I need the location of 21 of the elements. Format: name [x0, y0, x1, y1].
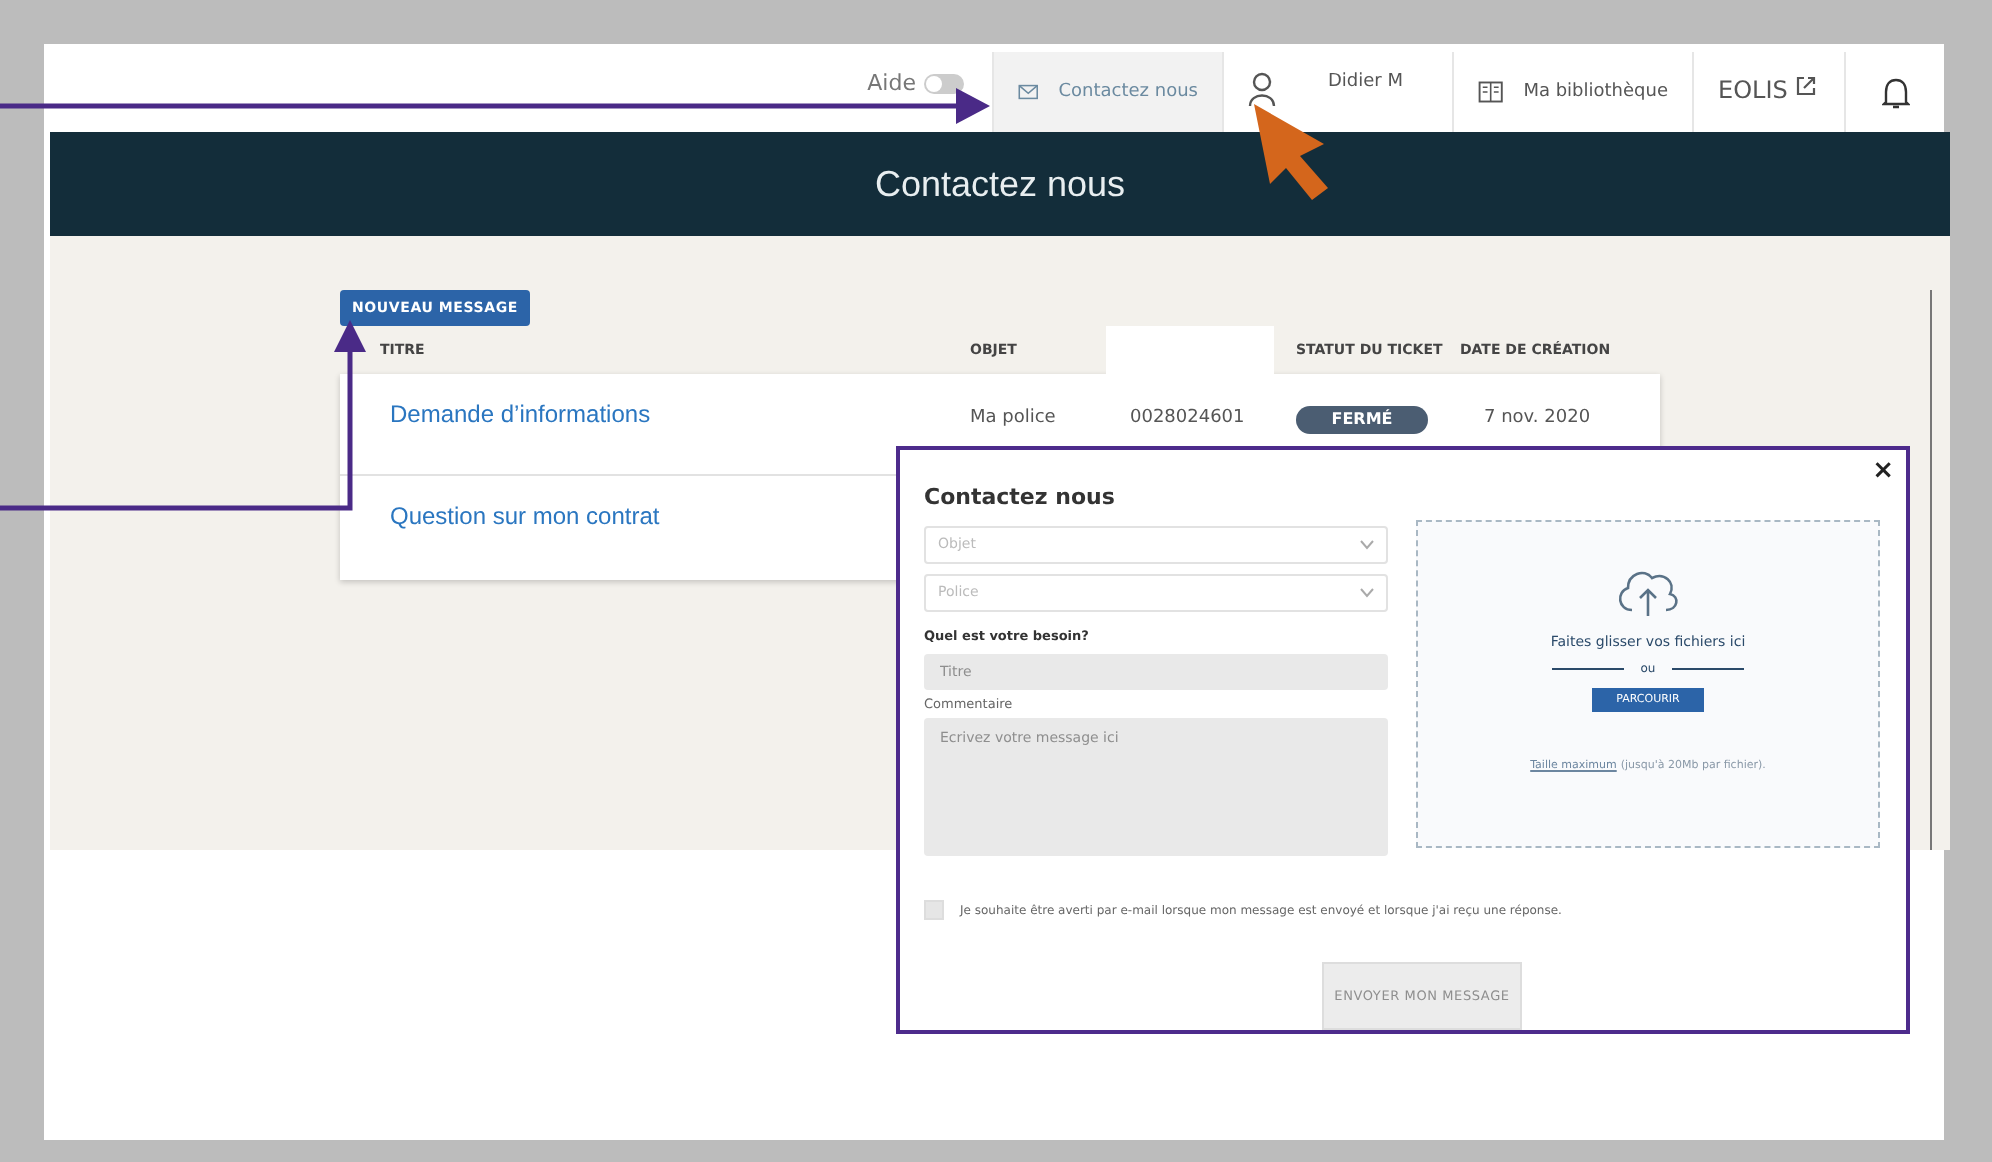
- dialog-title: Contactez nous: [924, 484, 1117, 510]
- user-icon: [1248, 72, 1276, 108]
- nav-tab[interactable]: Contactez nous: [992, 52, 1222, 132]
- bell-icon: [1881, 75, 1909, 109]
- help-label: Aide: [867, 72, 916, 96]
- chevron-down-icon: [1360, 539, 1374, 550]
- table-cell: Ma police: [970, 408, 1056, 428]
- chevron-down-icon: [1360, 587, 1374, 598]
- close-button[interactable]: ×: [1872, 458, 1894, 484]
- page-title: Contactez nous: [874, 163, 1126, 205]
- help-toggle[interactable]: [924, 74, 964, 94]
- pointer-arrow-icon: [1254, 104, 1328, 200]
- notify-checkbox[interactable]: [924, 900, 944, 920]
- ticket-title-link[interactable]: Question sur mon contrat: [390, 502, 660, 530]
- book-icon: [1478, 78, 1504, 106]
- ticket-title-link[interactable]: Demande d’informations: [390, 400, 651, 428]
- status-badge: FERMÉ: [1296, 406, 1428, 434]
- external-link-icon: [1795, 76, 1816, 96]
- mail-icon: [1018, 80, 1039, 104]
- table-cell: 0028024601: [1130, 408, 1245, 428]
- table-cell: 7 nov. 2020: [1484, 408, 1591, 428]
